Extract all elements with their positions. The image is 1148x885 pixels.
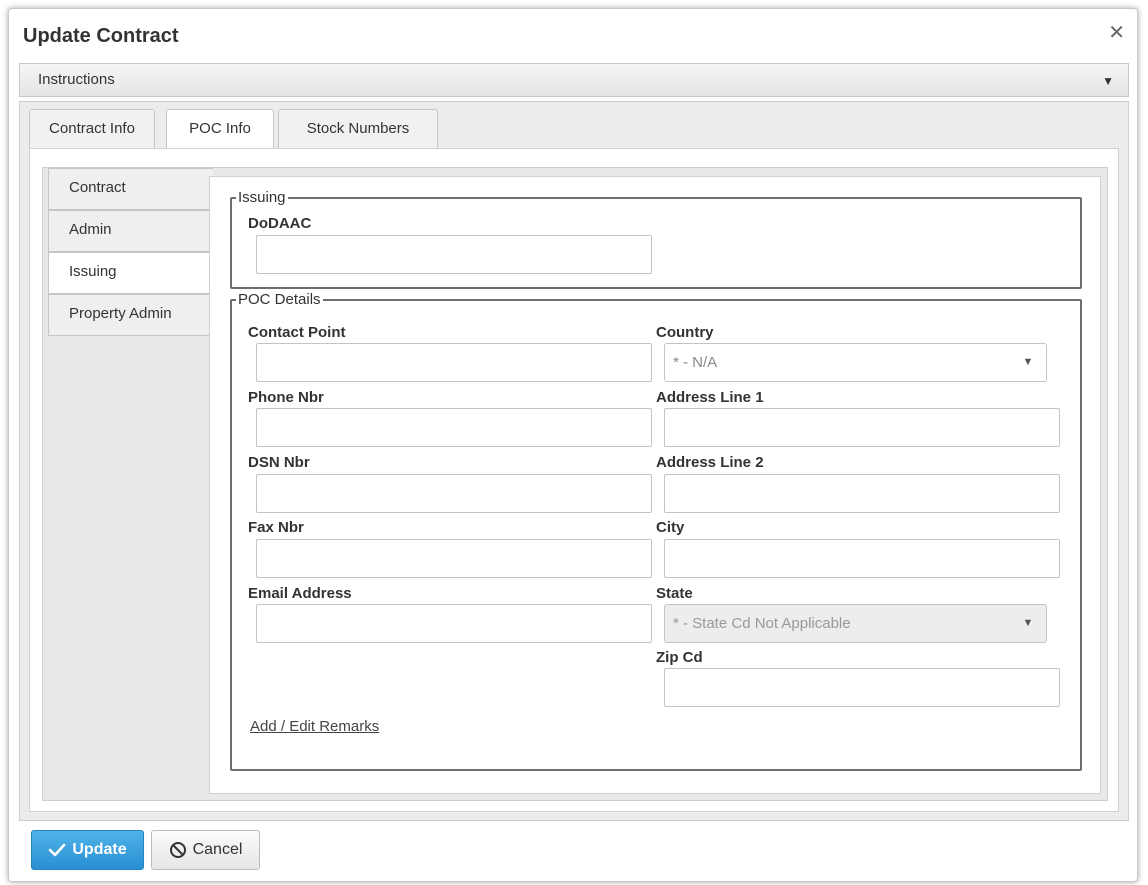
country-select[interactable]: * - N/A ▼ (664, 343, 1047, 382)
checkmark-icon (49, 843, 66, 857)
instructions-accordion[interactable]: Instructions ▼ (19, 63, 1129, 97)
chevron-down-icon: ▼ (1102, 74, 1114, 88)
state-selected-value: * - State Cd Not Applicable (673, 615, 851, 632)
address-line-1-label: Address Line 1 (656, 389, 764, 406)
side-tab-issuing[interactable]: Issuing (48, 252, 215, 294)
side-tab-contract[interactable]: Contract (48, 168, 213, 210)
email-address-input[interactable] (256, 604, 652, 643)
phone-nbr-input[interactable] (256, 408, 652, 447)
side-tab-property-admin[interactable]: Property Admin (48, 294, 213, 336)
dialog-title: Update Contract (23, 25, 179, 47)
tab-poc-info[interactable]: POC Info (166, 109, 274, 151)
city-input[interactable] (664, 539, 1060, 578)
issuing-panel: Issuing DoDAAC POC Details Contact Point… (209, 176, 1101, 794)
chevron-down-icon: ▼ (1022, 617, 1034, 629)
add-edit-remarks-link[interactable]: Add / Edit Remarks (250, 718, 379, 735)
email-address-label: Email Address (248, 585, 352, 602)
city-label: City (656, 519, 685, 536)
fax-nbr-input[interactable] (256, 539, 652, 578)
instructions-label: Instructions (38, 71, 115, 88)
poc-details-legend: POC Details (238, 291, 321, 308)
close-icon[interactable]: ✕ (1108, 23, 1125, 43)
address-line-2-input[interactable] (664, 474, 1060, 513)
dodaac-label: DoDAAC (248, 215, 312, 232)
side-tab-admin[interactable]: Admin (48, 210, 213, 252)
cancel-label: Cancel (192, 841, 243, 858)
country-selected-value: * - N/A (673, 354, 718, 371)
update-contract-dialog: Update Contract ✕ Instructions ▼ Contrac… (8, 8, 1138, 882)
update-label: Update (72, 841, 127, 858)
tabs-area: Contract Info POC Info Stock Numbers Con… (19, 101, 1129, 821)
zip-cd-label: Zip Cd (656, 649, 703, 666)
address-line-2-label: Address Line 2 (656, 454, 764, 471)
dodaac-input[interactable] (256, 235, 652, 274)
dsn-nbr-label: DSN Nbr (248, 454, 310, 471)
fax-nbr-label: Fax Nbr (248, 519, 304, 536)
phone-nbr-label: Phone Nbr (248, 389, 324, 406)
zip-cd-input[interactable] (664, 668, 1060, 707)
contact-point-input[interactable] (256, 343, 652, 382)
country-label: Country (656, 324, 714, 341)
cancel-button[interactable]: Cancel (151, 830, 260, 870)
issuing-legend: Issuing (238, 189, 286, 206)
dsn-nbr-input[interactable] (256, 474, 652, 513)
state-select[interactable]: * - State Cd Not Applicable ▼ (664, 604, 1047, 643)
poc-info-panel: Contract Admin Issuing Property Admin Is… (29, 148, 1119, 812)
update-button[interactable]: Update (31, 830, 144, 870)
tab-stock-numbers[interactable]: Stock Numbers (278, 109, 438, 149)
tab-contract-info[interactable]: Contract Info (29, 109, 155, 149)
ban-icon (169, 842, 186, 858)
chevron-down-icon: ▼ (1022, 356, 1034, 368)
state-label: State (656, 585, 693, 602)
contact-point-label: Contact Point (248, 324, 346, 341)
vertical-tabs-frame: Contract Admin Issuing Property Admin Is… (42, 167, 1108, 801)
address-line-1-input[interactable] (664, 408, 1060, 447)
